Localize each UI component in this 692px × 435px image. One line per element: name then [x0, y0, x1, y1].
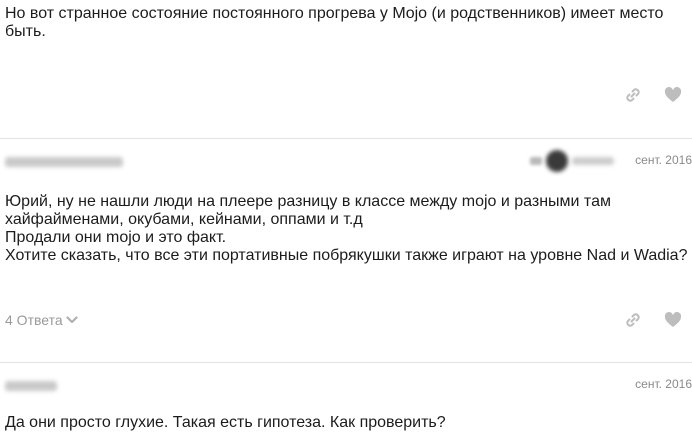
comment-2-actions: [624, 311, 682, 329]
comment-2-meta: сент. 2016: [0, 150, 692, 173]
author-name-blurred[interactable]: [5, 157, 123, 167]
comment-1-line-1: Но вот странное состояние постоянного пр…: [5, 5, 664, 22]
like-arrow-icon: [530, 157, 542, 165]
comment-1-body: Но вот странное состояние постоянного пр…: [5, 5, 663, 41]
chevron-down-icon: [66, 312, 78, 328]
liked-by[interactable]: [530, 150, 614, 172]
comment-1-actions: [624, 86, 682, 104]
divider-1: [0, 138, 692, 139]
comment-2-line-1: Юрий, ну не нашли люди на плеере разницу…: [5, 193, 611, 210]
liker-name-blurred: [572, 157, 614, 165]
comment-3-line-1: Да они просто глухие. Такая есть гипотез…: [5, 414, 446, 431]
replies-count: 4 Ответа: [5, 312, 63, 328]
comment-3-body: Да они просто глухие. Такая есть гипотез…: [5, 414, 446, 432]
comment-2-line-4: Хотите сказать, что все эти портативные …: [5, 247, 688, 264]
comment-1-line-2: быть.: [5, 23, 46, 40]
link-icon[interactable]: [624, 86, 642, 104]
author-name-blurred[interactable]: [5, 381, 57, 391]
comment-2-date[interactable]: сент. 2016: [635, 153, 692, 167]
divider-2: [0, 362, 692, 363]
comment-2-body: Юрий, ну не нашли люди на плеере разницу…: [5, 193, 687, 265]
heart-icon[interactable]: [664, 311, 682, 329]
comment-3-meta: сент. 2016: [0, 377, 692, 397]
comment-2-line-2: хайфайменами, окубами, кейнами, оппами и…: [5, 211, 363, 228]
link-icon[interactable]: [624, 311, 642, 329]
comment-2-line-3: Продали они mojo и это факт.: [5, 229, 227, 246]
heart-icon[interactable]: [664, 86, 682, 104]
replies-toggle[interactable]: 4 Ответа: [5, 312, 78, 328]
avatar[interactable]: [546, 150, 568, 172]
comment-3-date[interactable]: сент. 2016: [635, 377, 692, 391]
